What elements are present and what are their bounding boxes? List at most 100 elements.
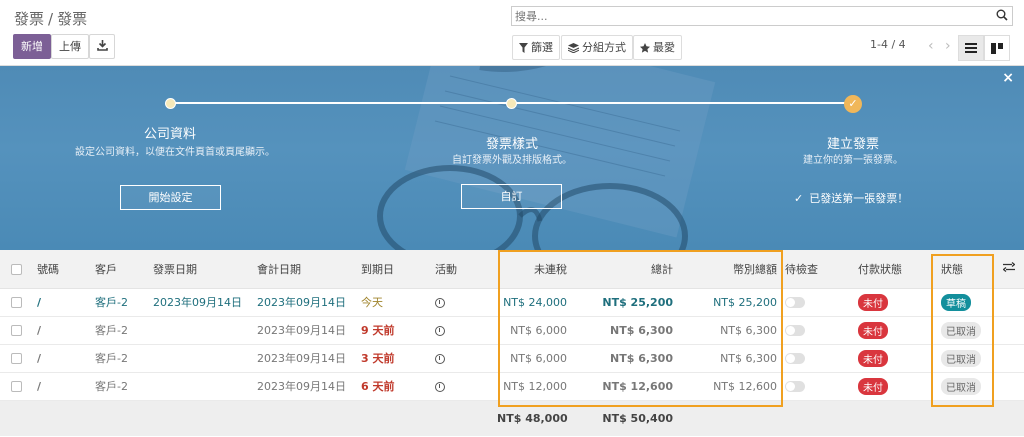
cell-empty xyxy=(994,316,1024,345)
breadcrumb-current: 發票 xyxy=(57,10,88,28)
filter-button[interactable]: 篩選 xyxy=(512,35,560,60)
step-3-done-note: ✓ 已發送第一張發票！ xyxy=(794,190,908,206)
sliders-icon xyxy=(1002,262,1016,273)
clock-icon[interactable] xyxy=(435,325,445,336)
table-row[interactable]: / 客戶-2 2023年09月14日 9 天前 NT$ 6,000 NT$ 6,… xyxy=(0,316,1024,345)
header-currency-total[interactable]: 幣別總額 xyxy=(677,250,781,289)
header-total[interactable]: 總計 xyxy=(571,250,677,289)
header-untaxed[interactable]: 未連稅 xyxy=(493,250,571,289)
header-activity[interactable]: 活動 xyxy=(431,250,493,289)
cell-activity[interactable] xyxy=(431,344,493,373)
step-1-description: 設定公司資料，以便在文件頁首或頁尾顯示。 xyxy=(75,147,275,158)
pager-range[interactable]: 1-4 / 4 xyxy=(870,38,906,51)
row-checkbox[interactable] xyxy=(0,372,33,401)
group-by-button[interactable]: 分組方式 xyxy=(561,35,633,60)
onboarding-banner: × ✓ 公司資料 設定公司資料，以便在文件頁首或頁尾顯示。 開始設定 發票樣式 … xyxy=(0,66,1024,250)
cell-payment-status: 未付 xyxy=(854,316,937,345)
to-check-toggle[interactable] xyxy=(785,381,805,392)
cell-total: NT$ 12,600 xyxy=(571,372,677,401)
cell-activity[interactable] xyxy=(431,316,493,345)
close-banner-icon[interactable]: × xyxy=(1002,70,1014,86)
cell-payment-status: 未付 xyxy=(854,344,937,373)
kanban-icon xyxy=(991,43,1003,54)
cell-currency-total: NT$ 25,200 xyxy=(677,288,781,317)
chevron-left-icon[interactable]: ‹ xyxy=(928,38,934,54)
header-to-check[interactable]: 待檢查 xyxy=(781,250,854,289)
kanban-view-button[interactable] xyxy=(984,35,1010,61)
cell-activity[interactable] xyxy=(431,288,493,317)
header-number[interactable]: 號碼 xyxy=(33,250,91,289)
totals-row: NT$ 48,000 NT$ 50,400 xyxy=(0,400,1024,436)
cell-customer: 客戶-2 xyxy=(91,316,149,345)
row-checkbox[interactable] xyxy=(0,316,33,345)
header-customer[interactable]: 客戶 xyxy=(91,250,149,289)
cell-empty xyxy=(994,372,1024,401)
header-due-date[interactable]: 到期日 xyxy=(357,250,431,289)
cell-untaxed: NT$ 6,000 xyxy=(493,344,571,373)
to-check-toggle[interactable] xyxy=(785,353,805,364)
cell-due-date: 今天 xyxy=(357,288,431,317)
header-payment-status[interactable]: 付款狀態 xyxy=(854,250,937,289)
cell-untaxed: NT$ 12,000 xyxy=(493,372,571,401)
select-all-checkbox[interactable] xyxy=(0,250,33,289)
check-icon: ✓ xyxy=(794,192,804,205)
status-badge: 已取消 xyxy=(941,377,981,395)
cell-untaxed: NT$ 24,000 xyxy=(493,288,571,317)
cell-status: 已取消 xyxy=(937,316,994,345)
table-row[interactable]: / 客戶-2 2023年09月14日 3 天前 NT$ 6,000 NT$ 6,… xyxy=(0,344,1024,373)
search-icon[interactable] xyxy=(996,9,1008,21)
header-status[interactable]: 狀態 xyxy=(937,250,994,289)
list-view-button[interactable] xyxy=(958,35,984,61)
customize-button[interactable]: 自訂 xyxy=(461,184,562,209)
table-row[interactable]: / 客戶-2 2023年09月14日 2023年09月14日 今天 NT$ 24… xyxy=(0,288,1024,317)
layers-icon xyxy=(567,43,580,54)
group-by-label: 分組方式 xyxy=(582,41,626,54)
to-check-toggle[interactable] xyxy=(785,297,805,308)
cell-to-check[interactable] xyxy=(781,344,854,373)
cell-invoice-date: 2023年09月14日 xyxy=(149,288,253,317)
favorites-button[interactable]: 最愛 xyxy=(633,35,682,60)
download-button[interactable] xyxy=(89,34,115,59)
breadcrumb-parent[interactable]: 發票 xyxy=(14,10,44,28)
cell-to-check[interactable] xyxy=(781,288,854,317)
chevron-right-icon[interactable]: › xyxy=(945,38,951,54)
clock-icon[interactable] xyxy=(435,353,445,364)
cell-accounting-date: 2023年09月14日 xyxy=(253,316,357,345)
table-row[interactable]: / 客戶-2 2023年09月14日 6 天前 NT$ 12,000 NT$ 1… xyxy=(0,372,1024,401)
new-button[interactable]: 新增 xyxy=(13,34,51,59)
cell-to-check[interactable] xyxy=(781,372,854,401)
payment-status-badge: 未付 xyxy=(858,377,888,395)
payment-status-badge: 未付 xyxy=(858,293,888,311)
cell-activity[interactable] xyxy=(431,372,493,401)
row-checkbox[interactable] xyxy=(0,288,33,317)
search-input[interactable] xyxy=(512,7,992,25)
cell-number: / xyxy=(33,316,91,345)
cell-total: NT$ 6,300 xyxy=(571,316,677,345)
total-total: NT$ 50,400 xyxy=(602,411,673,425)
list-icon xyxy=(965,43,977,53)
optional-columns-toggle[interactable] xyxy=(994,250,1024,289)
upload-button[interactable]: 上傳 xyxy=(51,34,89,59)
start-setup-button[interactable]: 開始設定 xyxy=(120,185,221,210)
cell-accounting-date: 2023年09月14日 xyxy=(253,344,357,373)
step-1-title: 公司資料 xyxy=(143,127,196,142)
cell-due-date: 6 天前 xyxy=(357,372,431,401)
cell-customer: 客戶-2 xyxy=(91,288,149,317)
clock-icon[interactable] xyxy=(435,297,445,308)
download-icon xyxy=(96,40,108,51)
control-panel: 發票/發票 新增 上傳 篩選 分組方式 最愛 1-4 / 4 ‹ › xyxy=(0,0,1024,66)
row-checkbox[interactable] xyxy=(0,344,33,373)
header-accounting-date[interactable]: 會計日期 xyxy=(253,250,357,289)
to-check-toggle[interactable] xyxy=(785,325,805,336)
cell-invoice-date xyxy=(149,372,253,401)
cell-currency-total: NT$ 6,300 xyxy=(677,316,781,345)
cell-to-check[interactable] xyxy=(781,316,854,345)
header-invoice-date[interactable]: 發票日期 xyxy=(149,250,253,289)
totals-spacer xyxy=(0,400,493,436)
total-untaxed: NT$ 48,000 xyxy=(497,411,568,425)
payment-status-badge: 未付 xyxy=(858,349,888,367)
clock-icon[interactable] xyxy=(435,381,445,392)
step-2-dot xyxy=(506,98,517,109)
cell-number: / xyxy=(33,372,91,401)
cell-accounting-date: 2023年09月14日 xyxy=(253,288,357,317)
